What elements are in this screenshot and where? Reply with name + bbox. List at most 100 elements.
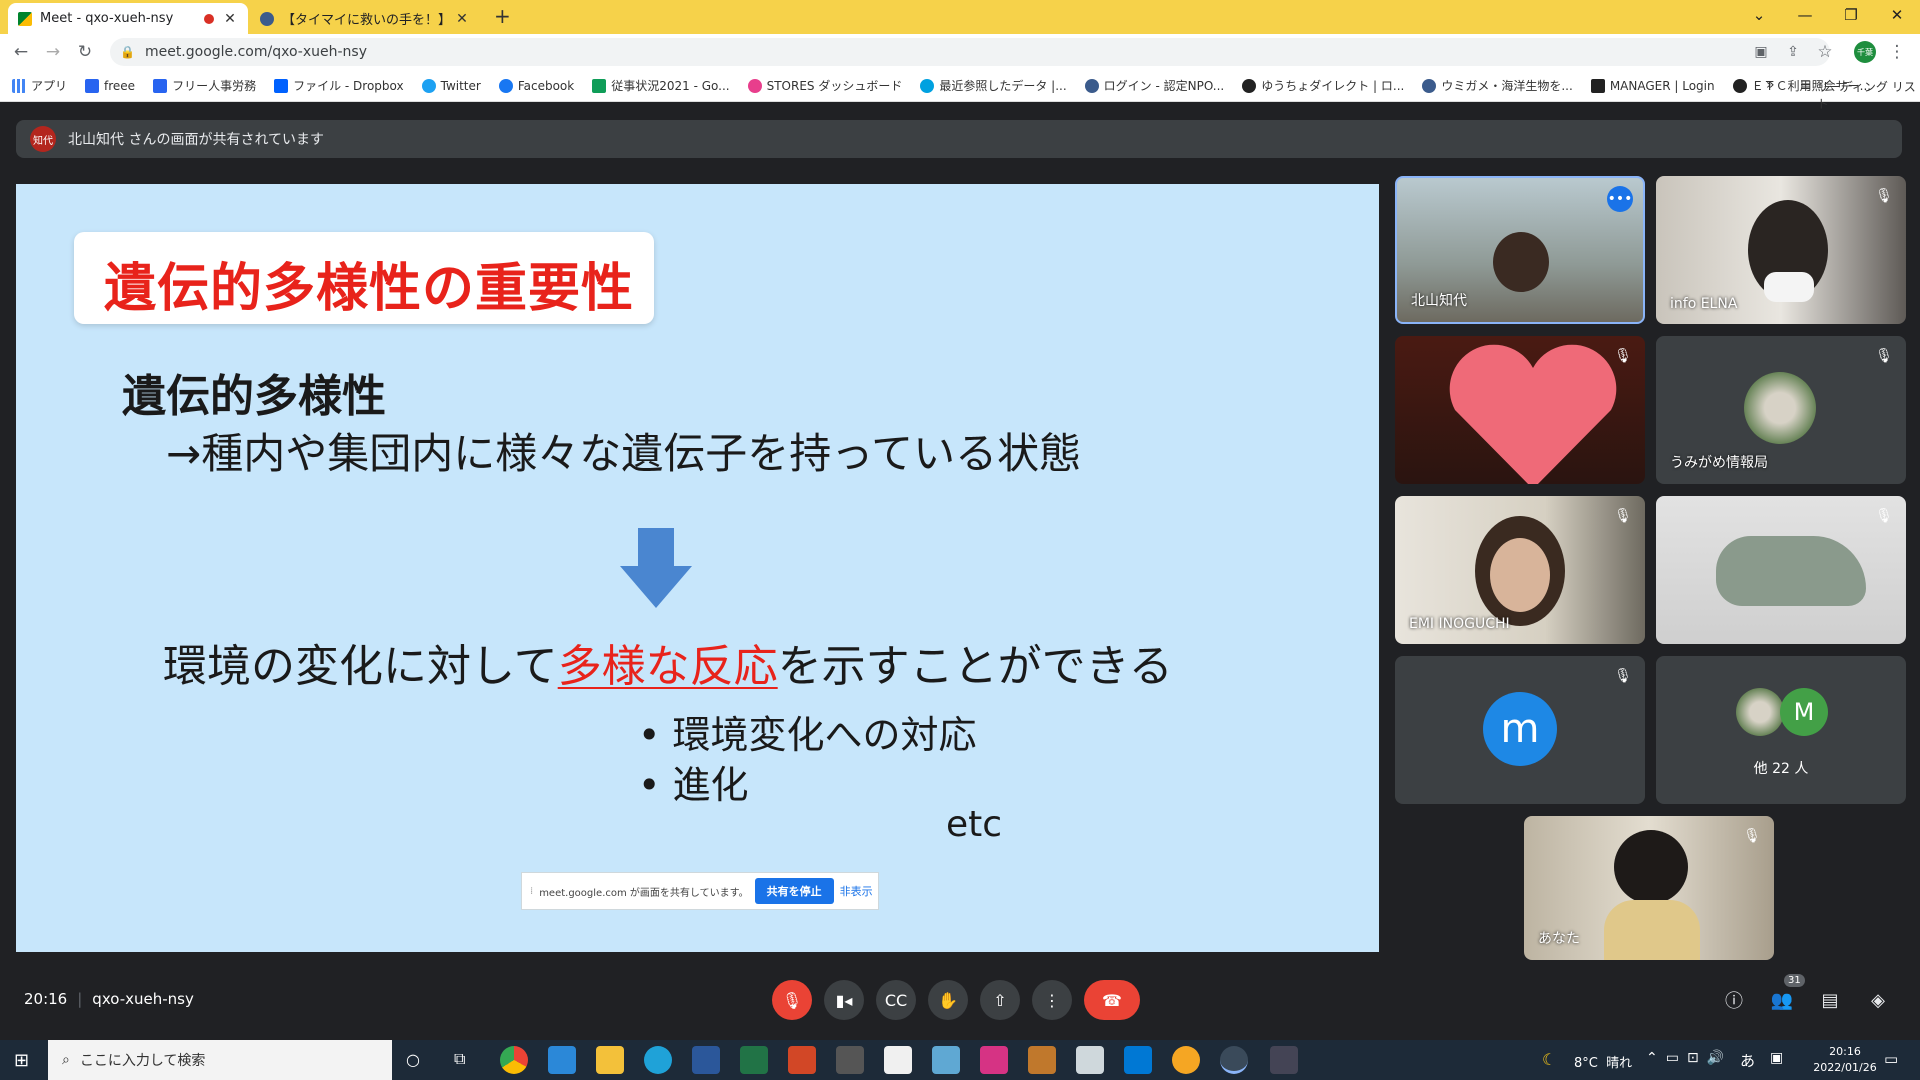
app-icon[interactable] bbox=[1270, 1046, 1298, 1074]
taskbar-search[interactable]: ⌕ ここに入力して検索 bbox=[48, 1040, 392, 1080]
mail-app-icon[interactable] bbox=[1076, 1046, 1104, 1074]
ime-pad-icon[interactable]: ▣ bbox=[1770, 1050, 1783, 1066]
close-tab-icon[interactable]: ✕ bbox=[222, 11, 238, 27]
file-explorer-icon[interactable] bbox=[596, 1046, 624, 1074]
bookmark-apps[interactable]: アプリ bbox=[12, 77, 67, 94]
outlook-icon[interactable] bbox=[1124, 1046, 1152, 1074]
mic-toggle-button[interactable]: 🎙 bbox=[772, 980, 812, 1020]
muted-mic-icon: 🎙 bbox=[1614, 508, 1632, 524]
back-icon[interactable]: ← bbox=[8, 40, 34, 64]
new-tab-button[interactable]: + bbox=[494, 4, 511, 28]
more-options-button[interactable]: ⋮ bbox=[1032, 980, 1072, 1020]
clock[interactable]: 20:16 2022/01/26 bbox=[1800, 1044, 1890, 1076]
bookmark-dropbox[interactable]: ファイル - Dropbox bbox=[274, 77, 404, 94]
others-tile[interactable]: M 他 22 人 bbox=[1656, 656, 1906, 804]
camera-toggle-button[interactable]: ▮◂ bbox=[824, 980, 864, 1020]
notes-app-icon[interactable] bbox=[932, 1046, 960, 1074]
cortana-icon[interactable]: ○ bbox=[406, 1050, 420, 1069]
meeting-details-button[interactable]: ⓘ bbox=[1718, 984, 1750, 1016]
activities-button[interactable]: ◈ bbox=[1862, 984, 1894, 1016]
close-tab-icon[interactable]: ✕ bbox=[454, 11, 470, 27]
hide-notice-button[interactable]: 非表示 bbox=[840, 883, 873, 899]
participant-tile[interactable]: 🎙 うみがめ情報局 bbox=[1656, 336, 1906, 484]
manager-icon bbox=[1590, 78, 1605, 93]
stop-sharing-button[interactable]: 共有を停止 bbox=[754, 878, 834, 904]
captions-button[interactable]: CC bbox=[876, 980, 916, 1020]
notifications-icon[interactable]: ▭ bbox=[1884, 1050, 1898, 1068]
browser-app-icon[interactable] bbox=[1172, 1046, 1200, 1074]
menu-dots-icon[interactable]: ⋮ bbox=[1884, 40, 1910, 64]
bookmark-facebook[interactable]: Facebook bbox=[498, 78, 574, 93]
slide-definition: →種内や集団内に様々な遺伝子を持っている状態 bbox=[166, 429, 1082, 478]
weather-text[interactable]: 8°C 晴れ bbox=[1574, 1052, 1632, 1071]
restore-icon[interactable]: ❐ bbox=[1828, 0, 1874, 30]
forward-icon[interactable]: → bbox=[40, 40, 66, 64]
excel-icon[interactable] bbox=[740, 1046, 768, 1074]
raise-hand-button[interactable]: ✋ bbox=[928, 980, 968, 1020]
bookmark-umigame[interactable]: ウミガメ・海洋生物を... bbox=[1422, 77, 1573, 94]
mic-off-icon: 🎙 bbox=[781, 990, 803, 1010]
ime-indicator[interactable]: あ bbox=[1740, 1050, 1755, 1071]
presenting-notice: 北山知代 さんの画面が共有されています bbox=[68, 132, 325, 148]
chat-icon: ▤ bbox=[1821, 989, 1839, 1011]
bookmark-stores[interactable]: STORES ダッシュボード bbox=[747, 77, 902, 94]
tab-meet[interactable]: Meet - qxo-xueh-nsy ✕ bbox=[8, 3, 248, 34]
bookmark-star-icon[interactable]: ☆ bbox=[1812, 40, 1838, 64]
reload-icon[interactable]: ↻ bbox=[72, 40, 98, 64]
dropbox-icon bbox=[274, 78, 289, 93]
bookmark-salesforce[interactable]: 最近参照したデータ |... bbox=[920, 77, 1067, 94]
self-tile[interactable]: 🎙 あなた bbox=[1524, 816, 1774, 960]
drag-handle-icon[interactable]: ⁞ bbox=[530, 886, 533, 897]
bookmark-manager[interactable]: MANAGER | Login bbox=[1590, 78, 1715, 93]
bookmark-hr[interactable]: フリー人事労務 bbox=[153, 77, 256, 94]
slide-title-box: 遺伝的多様性の重要性 bbox=[74, 232, 654, 324]
bookmark-yucho[interactable]: ゆうちょダイレクト | ロ... bbox=[1242, 77, 1404, 94]
address-bar[interactable]: 🔒 meet.google.com/qxo-xueh-nsy bbox=[110, 38, 1830, 66]
participant-name: info ELNA bbox=[1670, 296, 1738, 312]
reading-list-button[interactable]: ☰ リーディング リスト bbox=[1800, 78, 1920, 112]
people-button[interactable]: 👥 31 bbox=[1766, 974, 1805, 1016]
bookmark-freee[interactable]: freee bbox=[85, 78, 135, 93]
tab-hawksbill[interactable]: 【タイマイに救いの手を！】保全サポー ✕ bbox=[250, 3, 480, 34]
bookmark-sheets[interactable]: 従事状況2021 - Go... bbox=[592, 77, 730, 94]
word-icon[interactable] bbox=[692, 1046, 720, 1074]
npo-icon bbox=[1084, 78, 1099, 93]
task-view-icon[interactable]: ⧉ bbox=[454, 1049, 465, 1069]
participant-tile[interactable]: 🎙 bbox=[1395, 336, 1645, 484]
tab-search-icon[interactable]: ⌄ bbox=[1736, 0, 1782, 30]
present-button[interactable]: ⇧ bbox=[980, 980, 1020, 1020]
app-icon[interactable] bbox=[980, 1046, 1008, 1074]
globe-icon bbox=[1732, 78, 1747, 93]
apps-grid-icon bbox=[12, 78, 26, 93]
system-tray-icons[interactable]: ⌃▭⊡🔊 bbox=[1646, 1050, 1732, 1066]
participant-tile[interactable]: m 🎙 bbox=[1395, 656, 1645, 804]
powerpoint-icon[interactable] bbox=[788, 1046, 816, 1074]
teams-icon[interactable] bbox=[548, 1046, 576, 1074]
participant-name: うみがめ情報局 bbox=[1670, 455, 1768, 471]
participant-tile[interactable]: 🎙 info ELNA bbox=[1656, 176, 1906, 324]
leave-call-button[interactable]: ☎ bbox=[1084, 980, 1140, 1020]
share-icon[interactable]: ⇪ bbox=[1780, 40, 1806, 64]
freee-icon bbox=[85, 78, 100, 93]
globe-icon bbox=[1242, 78, 1257, 93]
bookmark-twitter[interactable]: Twitter bbox=[421, 78, 481, 93]
browser-toolbar: ← → ↻ 🔒 meet.google.com/qxo-xueh-nsy ▣ ⇪… bbox=[0, 34, 1920, 70]
more-bookmarks-button[interactable]: » bbox=[1766, 77, 1775, 93]
edge-icon[interactable] bbox=[644, 1046, 672, 1074]
profile-avatar[interactable]: 千葉 bbox=[1854, 41, 1876, 63]
participant-tile[interactable]: ••• 北山知代 bbox=[1395, 176, 1645, 324]
windows-start-icon[interactable]: ⊞ bbox=[14, 1050, 29, 1071]
participant-tile[interactable]: 🎙 bbox=[1656, 496, 1906, 644]
close-window-icon[interactable]: ✕ bbox=[1874, 0, 1920, 30]
chrome-icon[interactable] bbox=[500, 1046, 528, 1074]
app-icon[interactable] bbox=[1028, 1046, 1056, 1074]
bookmark-npo[interactable]: ログイン - 認定NPO... bbox=[1084, 77, 1224, 94]
participant-tile[interactable]: 🎙 EMI INOGUCHI bbox=[1395, 496, 1645, 644]
photo-app-icon[interactable] bbox=[836, 1046, 864, 1074]
more-options-icon[interactable]: ••• bbox=[1607, 186, 1633, 212]
minimize-icon[interactable]: — bbox=[1782, 0, 1828, 30]
chrome-active-icon[interactable] bbox=[1220, 1046, 1248, 1074]
camera-icon[interactable]: ▣ bbox=[1748, 40, 1774, 64]
document-icon[interactable] bbox=[884, 1046, 912, 1074]
chat-button[interactable]: ▤ bbox=[1814, 984, 1846, 1016]
